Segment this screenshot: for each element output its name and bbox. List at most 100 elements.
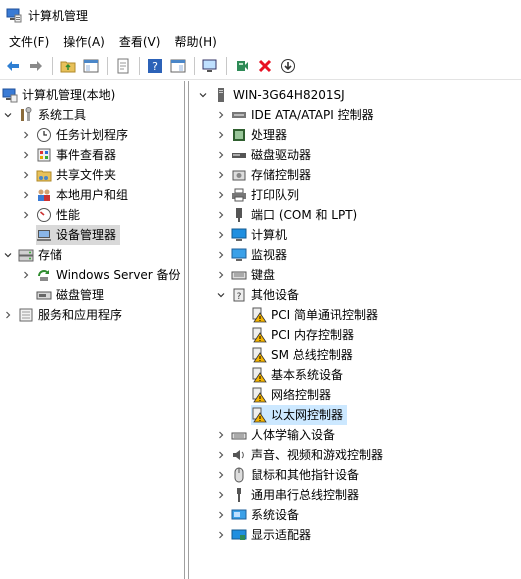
menu-view[interactable]: 查看(V) <box>112 31 168 52</box>
device-category-other-devices[interactable]: ? 其他设备 <box>215 285 299 305</box>
up-one-level-button[interactable] <box>57 55 79 77</box>
warning-device-icon <box>251 347 267 363</box>
device-label: PCI 内存控制器 <box>271 328 354 342</box>
device-category-display-adapters[interactable]: 显示适配器 <box>215 525 311 545</box>
device-category-usb-controllers[interactable]: 通用串行总线控制器 <box>215 485 359 505</box>
tree-item-event-viewer[interactable]: 事件查看器 <box>20 145 116 165</box>
chevron-right-icon[interactable] <box>215 129 227 141</box>
device-category-computer[interactable]: 计算机 <box>215 225 287 245</box>
toolbar-separator <box>194 56 195 75</box>
storage-controller-icon <box>231 167 247 183</box>
chevron-right-icon[interactable] <box>215 189 227 201</box>
show-hide-tree-button[interactable] <box>80 55 102 77</box>
device-category-disk-drives[interactable]: 磁盘驱动器 <box>215 145 311 165</box>
device-category-ports[interactable]: 端口 (COM 和 LPT) <box>215 205 357 225</box>
mouse-icon <box>231 467 247 483</box>
forward-button[interactable] <box>25 55 47 77</box>
device-category-hid[interactable]: 人体学输入设备 <box>215 425 335 445</box>
device-network-controller[interactable]: 网络控制器 <box>251 385 331 405</box>
chevron-right-icon[interactable] <box>215 269 227 281</box>
device-sm-bus-controller[interactable]: SM 总线控制器 <box>251 345 353 365</box>
chevron-right-icon[interactable] <box>215 449 227 461</box>
warning-device-icon <box>251 407 267 423</box>
tree-item-device-manager[interactable]: 设备管理器 <box>36 225 121 245</box>
chevron-right-icon[interactable] <box>215 469 227 481</box>
chevron-right-icon[interactable] <box>2 309 14 321</box>
chevron-right-icon[interactable] <box>215 529 227 541</box>
device-category-label: 键盘 <box>251 268 276 282</box>
usb-icon <box>231 487 247 503</box>
chevron-right-icon[interactable] <box>20 169 32 181</box>
device-label: PCI 简单通讯控制器 <box>271 308 378 322</box>
tree-item-windows-server-backup[interactable]: Windows Server 备份 <box>20 265 181 285</box>
chevron-right-icon[interactable] <box>215 229 227 241</box>
update-driver-button[interactable] <box>231 55 253 77</box>
device-category-processors[interactable]: 处理器 <box>215 125 287 145</box>
back-arrow-icon <box>7 60 19 71</box>
tree-item-shared-folders[interactable]: 共享文件夹 <box>20 165 116 185</box>
chevron-right-icon[interactable] <box>215 149 227 161</box>
back-button[interactable] <box>2 55 24 77</box>
menu-file[interactable]: 文件(F) <box>2 31 56 52</box>
computer-icon <box>231 227 247 243</box>
forward-arrow-icon <box>30 60 42 71</box>
tree-item-local-users-groups[interactable]: 本地用户和组 <box>20 185 128 205</box>
device-category-monitors[interactable]: 监视器 <box>215 245 287 265</box>
down-arrow-circle-icon <box>281 58 295 73</box>
menu-bar: 文件(F) 操作(A) 查看(V) 帮助(H) <box>0 30 521 52</box>
chevron-right-icon[interactable] <box>215 489 227 501</box>
uninstall-device-button[interactable] <box>254 55 276 77</box>
disable-device-button[interactable] <box>277 55 299 77</box>
chevron-right-icon[interactable] <box>215 109 227 121</box>
help-button[interactable]: ? <box>144 55 166 77</box>
device-root-computer[interactable]: WIN-3G64H8201SJ <box>197 85 345 105</box>
tree-item-services-applications[interactable]: 服务和应用程序 <box>2 305 122 325</box>
tree-item-disk-management[interactable]: 磁盘管理 <box>36 285 104 305</box>
chevron-right-icon[interactable] <box>20 209 32 221</box>
warning-device-icon <box>251 327 267 343</box>
device-category-print-queues[interactable]: 打印队列 <box>215 185 299 205</box>
chevron-down-icon[interactable] <box>197 89 209 101</box>
device-pci-memory-controller[interactable]: PCI 内存控制器 <box>251 325 354 345</box>
device-pci-simple-communications[interactable]: PCI 简单通讯控制器 <box>251 305 378 325</box>
menu-action[interactable]: 操作(A) <box>56 31 112 52</box>
tree-item-system-tools[interactable]: 系统工具 <box>2 105 86 125</box>
display-adapter-icon <box>231 527 247 543</box>
chevron-right-icon[interactable] <box>215 169 227 181</box>
device-category-label: 显示适配器 <box>251 528 312 542</box>
chevron-down-icon[interactable] <box>2 249 14 261</box>
toolbar: ? <box>0 52 521 80</box>
properties-button[interactable] <box>112 55 134 77</box>
device-category-storage-controllers[interactable]: 存储控制器 <box>215 165 311 185</box>
chevron-right-icon[interactable] <box>20 269 32 281</box>
device-category-mice[interactable]: 鼠标和其他指针设备 <box>215 465 359 485</box>
tree-item-storage[interactable]: 存储 <box>2 245 62 265</box>
computer-management-icon <box>2 87 18 103</box>
device-category-ide-ata[interactable]: IDE ATA/ATAPI 控制器 <box>215 105 374 125</box>
device-base-system-device[interactable]: 基本系统设备 <box>251 365 343 385</box>
chevron-right-icon[interactable] <box>20 189 32 201</box>
scan-hardware-button[interactable] <box>199 55 221 77</box>
chevron-right-icon[interactable] <box>215 429 227 441</box>
monitor-icon <box>231 247 247 263</box>
device-category-sound-video-game[interactable]: 声音、视频和游戏控制器 <box>215 445 383 465</box>
chevron-right-icon[interactable] <box>20 149 32 161</box>
device-category-keyboards[interactable]: 键盘 <box>215 265 275 285</box>
tree-item-performance[interactable]: 性能 <box>20 205 80 225</box>
device-ethernet-controller[interactable]: 以太网控制器 <box>251 405 348 425</box>
chevron-right-icon[interactable] <box>215 509 227 521</box>
device-category-label: 鼠标和其他指针设备 <box>251 468 360 482</box>
device-category-label: 处理器 <box>251 128 288 142</box>
chevron-down-icon[interactable] <box>2 109 14 121</box>
menu-help[interactable]: 帮助(H) <box>167 31 223 52</box>
tree-item-computer-management[interactable]: 计算机管理(本地) <box>2 85 115 105</box>
tree-label: 存储 <box>38 248 63 262</box>
device-category-system-devices[interactable]: 系统设备 <box>215 505 299 525</box>
chevron-down-icon[interactable] <box>215 289 227 301</box>
chevron-right-icon[interactable] <box>215 249 227 261</box>
chevron-right-icon[interactable] <box>215 209 227 221</box>
computer-name: WIN-3G64H8201SJ <box>233 88 345 102</box>
chevron-right-icon[interactable] <box>20 129 32 141</box>
show-action-pane-button[interactable] <box>167 55 189 77</box>
tree-item-task-scheduler[interactable]: 任务计划程序 <box>20 125 128 145</box>
